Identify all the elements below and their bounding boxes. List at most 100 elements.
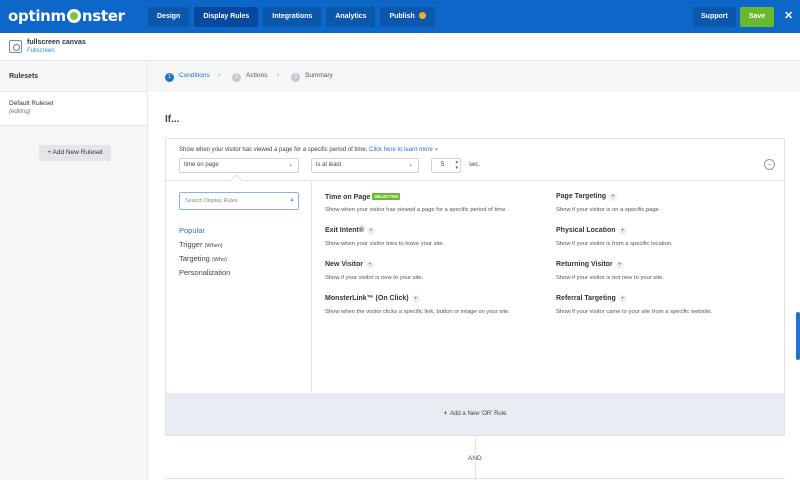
tab-analytics[interactable]: Analytics xyxy=(326,7,376,27)
option-description: Show if your visitor is new to your site… xyxy=(325,275,424,281)
condition-select[interactable]: time on page ⌄ xyxy=(179,158,299,173)
plus-icon[interactable]: + xyxy=(618,227,627,235)
ruleset-item-default[interactable]: Default Ruleset (editing) xyxy=(0,92,147,126)
category-popular[interactable]: Popular xyxy=(179,226,205,235)
category-sub: (Who) xyxy=(211,257,227,263)
option-title: Referral Targeting xyxy=(556,295,616,302)
plus-icon[interactable]: + xyxy=(411,295,420,303)
option-title: Exit Intent® xyxy=(325,227,364,234)
option-description: Show when your visitor has viewed a page… xyxy=(325,207,508,213)
option-title: New Visitor xyxy=(325,261,363,268)
and-label: AND xyxy=(468,454,482,463)
option-description: Show when the visitor clicks a specific … xyxy=(325,309,510,315)
tab-design[interactable]: Design xyxy=(148,7,190,27)
option-description: Show if your visitor came to your site f… xyxy=(556,309,713,315)
search-display-rules-input[interactable]: Search Display Rules ⌕ xyxy=(179,192,299,210)
tab-publish-label: Publish xyxy=(389,13,415,20)
plus-icon[interactable]: + xyxy=(609,193,618,201)
remove-rule-icon[interactable]: − xyxy=(764,159,775,170)
step-summary[interactable]: 3 Summary xyxy=(291,72,333,82)
rule-option-monsterlink[interactable]: MonsterLink™ (On Click) + Show when the v… xyxy=(325,295,545,315)
rule-description-text: Show when your visitor has viewed a page… xyxy=(179,147,368,153)
rule-option-new-visitor[interactable]: New Visitor + Show if your visitor is new… xyxy=(325,261,545,281)
conditions-content: If... Show when your visitor has viewed … xyxy=(149,92,800,480)
rule-option-returning-visitor[interactable]: Returning Visitor + Show if your visitor … xyxy=(556,261,776,281)
plus-icon[interactable]: + xyxy=(366,261,374,269)
chevron-right-icon: › xyxy=(218,72,221,79)
option-title: Physical Location xyxy=(556,227,616,234)
rule-option-referral-targeting[interactable]: Referral Targeting + Show if your visitor… xyxy=(556,295,776,315)
chevron-right-icon: › xyxy=(277,72,280,79)
rule-option-page-targeting[interactable]: Page Targeting + Show if your visitor is … xyxy=(556,193,776,213)
learn-more-link[interactable]: Click here to learn more » xyxy=(369,147,438,153)
stepper-icon[interactable]: ▴ ▾ xyxy=(455,159,458,171)
category-sub: (When) xyxy=(204,243,223,249)
campaign-bar: fullscreen canvas Fullscreen xyxy=(0,33,800,61)
add-or-rule-button[interactable]: + Add a New 'OR' Rule xyxy=(166,393,784,435)
unit-label: sec. xyxy=(469,162,481,168)
option-title: Page Targeting xyxy=(556,193,607,200)
optinmonster-logo[interactable]: optinm nster xyxy=(8,7,125,25)
step-label: Conditions xyxy=(179,72,210,79)
nav-tabs: Design Display Rules Integrations Analyt… xyxy=(148,7,440,27)
step-number: 2 xyxy=(232,73,241,82)
step-conditions[interactable]: 1 Conditions xyxy=(165,72,210,82)
option-title: Time on Page xyxy=(325,194,371,201)
rule-description: Show when your visitor has viewed a page… xyxy=(179,147,438,153)
option-title: MonsterLink™ (On Click) xyxy=(325,295,409,302)
rule-picker: Search Display Rules ⌕ Popular Trigger (W… xyxy=(166,182,784,392)
rulesets-sidebar: Rulesets Default Ruleset (editing) + Add… xyxy=(0,61,148,480)
category-trigger[interactable]: Trigger (When) xyxy=(179,240,223,249)
plus-icon[interactable]: + xyxy=(615,261,624,269)
search-placeholder: Search Display Rules xyxy=(185,198,238,204)
save-button[interactable]: Save xyxy=(740,7,774,27)
step-number: 1 xyxy=(165,73,174,82)
chevron-down-icon: ⌄ xyxy=(287,162,293,168)
divider xyxy=(165,478,785,479)
tab-integrations[interactable]: Integrations xyxy=(263,7,322,27)
rule-option-time-on-page[interactable]: Time on Page SELECTED Show when your visi… xyxy=(325,193,545,213)
category-personalization[interactable]: Personalization xyxy=(179,268,230,277)
rule-option-exit-intent[interactable]: Exit Intent® + Show when your visitor tri… xyxy=(325,227,545,247)
add-ruleset-button[interactable]: + Add New Ruleset xyxy=(39,145,111,161)
category-label: Popular xyxy=(179,226,205,235)
sidebar-heading: Rulesets xyxy=(0,61,147,92)
step-actions[interactable]: 2 Actions xyxy=(232,72,267,82)
ruleset-name: Default Ruleset xyxy=(9,100,54,107)
category-label: Personalization xyxy=(179,268,231,277)
add-or-rule-label: Add a New 'OR' Rule xyxy=(450,411,507,417)
seconds-input[interactable]: 5 ▴ ▾ xyxy=(431,158,461,173)
campaign-settings-icon[interactable] xyxy=(9,40,22,53)
seconds-value: 5 xyxy=(441,162,445,168)
category-label: Trigger xyxy=(179,240,203,249)
ruleset-status: (editing) xyxy=(9,109,31,115)
tab-publish[interactable]: Publish xyxy=(380,7,435,27)
plus-icon[interactable]: + xyxy=(618,295,627,303)
option-description: Show if your visitor is not new to your … xyxy=(556,275,664,281)
step-number: 3 xyxy=(291,73,300,82)
step-label: Summary xyxy=(305,72,333,79)
step-progress: 1 Conditions › 2 Actions › 3 Summary xyxy=(149,61,800,92)
plus-icon[interactable]: + xyxy=(367,227,375,235)
condition-value: time on page xyxy=(184,162,219,168)
step-label: Actions xyxy=(246,72,268,79)
search-icon: ⌕ xyxy=(290,197,294,204)
operator-value: is at least xyxy=(316,162,342,168)
option-description: Show if your visitor is on a specific pa… xyxy=(556,207,661,213)
tab-display-rules[interactable]: Display Rules xyxy=(194,7,259,27)
rule-box: Show when your visitor has viewed a page… xyxy=(165,138,785,436)
operator-select[interactable]: is at least ⌄ xyxy=(311,158,419,173)
main-panel: 1 Conditions › 2 Actions › 3 Summary If... … xyxy=(149,61,800,480)
selected-badge: SELECTED xyxy=(372,193,401,200)
option-description: Show if your visitor is from a specific … xyxy=(556,241,673,247)
close-icon[interactable]: ✕ xyxy=(784,9,793,22)
support-button[interactable]: Support xyxy=(693,7,736,27)
category-targeting[interactable]: Targeting (Who) xyxy=(179,254,227,263)
rule-editor: Show when your visitor has viewed a page… xyxy=(166,139,784,187)
if-heading: If... xyxy=(165,114,180,125)
campaign-name: fullscreen canvas xyxy=(27,39,86,46)
rule-option-physical-location[interactable]: Physical Location + Show if your visitor … xyxy=(556,227,776,247)
rule-categories: Search Display Rules ⌕ Popular Trigger (W… xyxy=(166,182,312,392)
category-label: Targeting xyxy=(179,254,210,263)
scrollbar-handle[interactable] xyxy=(796,312,800,360)
